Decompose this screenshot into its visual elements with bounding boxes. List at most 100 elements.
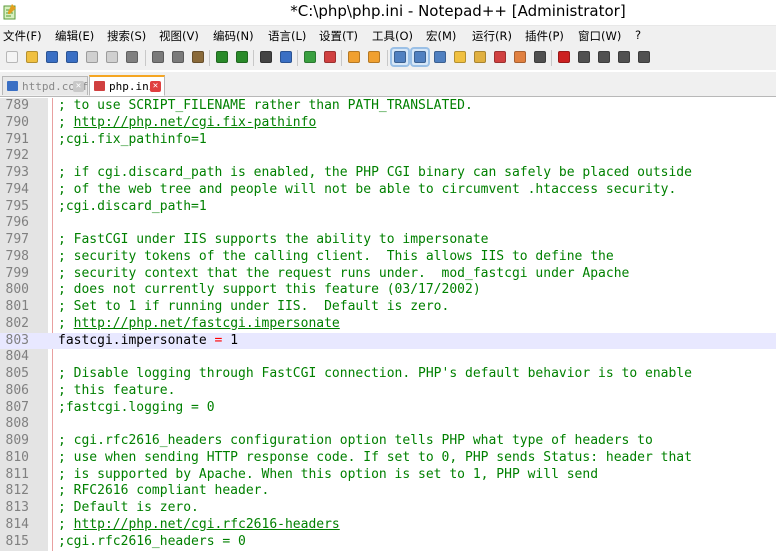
zoom-out-glyph [324, 51, 336, 63]
play-macro-icon[interactable] [596, 49, 612, 65]
stop-macro-icon[interactable] [576, 49, 592, 65]
line-text: ; Default is zero. [58, 500, 199, 515]
tab-php-ini[interactable]: php.ini ✕ [89, 75, 165, 96]
user-lang-glyph [454, 51, 466, 63]
line-number: 794 [5, 181, 29, 197]
menu-view[interactable]: 视图(V) [159, 28, 199, 44]
code-line[interactable]: 793 ; if cgi.discard_path is enabled, the… [0, 165, 776, 182]
indent-guide-icon[interactable] [432, 49, 448, 65]
code-line[interactable]: 812 ; RFC2616 compliant header. [0, 483, 776, 500]
code-line[interactable]: 798 ; security tokens of the calling clie… [0, 249, 776, 266]
print-icon[interactable] [124, 49, 140, 65]
menu-tools[interactable]: 工具(O) [372, 28, 413, 44]
monitoring-icon[interactable] [532, 49, 548, 65]
toolbar-separator [297, 50, 298, 66]
find-glyph [260, 51, 272, 63]
close-tab-icon[interactable]: ✕ [73, 81, 84, 92]
code-line[interactable]: 792 [0, 148, 776, 165]
sync-vertical-icon[interactable] [346, 49, 362, 65]
menu-macro[interactable]: 宏(M) [426, 28, 456, 44]
save-all-icon[interactable] [64, 49, 80, 65]
current-line[interactable]: 803 fastcgi.impersonate = 1 [0, 332, 776, 350]
save-macro-icon[interactable] [636, 49, 652, 65]
code-line[interactable]: 814; http://php.net/cgi.rfc2616-headers [0, 517, 776, 534]
user-lang-icon[interactable] [452, 49, 468, 65]
open-file-icon[interactable] [24, 49, 40, 65]
close-tab-icon[interactable]: ✕ [150, 81, 161, 92]
code-line[interactable]: 789 ; to use SCRIPT_FILENAME rather than … [0, 98, 776, 115]
code-line[interactable]: 799 ; security context that the request r… [0, 266, 776, 283]
code-line[interactable]: 790; http://php.net/cgi.fix-pathinfo [0, 115, 776, 132]
save-all-glyph [66, 51, 78, 63]
line-text: ; this feature. [58, 382, 176, 398]
menu-run[interactable]: 运行(R) [472, 28, 512, 44]
comment-link[interactable]: http://php.net/fastcgi.impersonate [74, 316, 340, 331]
function-list-icon[interactable] [492, 49, 508, 65]
code-line[interactable]: 806 ; this feature. [0, 383, 776, 400]
code-line[interactable]: 804 [0, 349, 776, 366]
code-line[interactable]: 801 ; Set to 1 if running under IIS. Defa… [0, 299, 776, 316]
menu-help[interactable]: ? [635, 28, 641, 42]
menu-encoding[interactable]: 编码(N) [213, 28, 254, 44]
menu-plugins[interactable]: 插件(P) [525, 28, 564, 44]
cut-icon[interactable] [150, 49, 166, 65]
replace-glyph [280, 51, 292, 63]
menu-window[interactable]: 窗口(W) [578, 28, 621, 44]
editor-text-area[interactable]: 789 ; to use SCRIPT_FILENAME rather than … [0, 98, 776, 550]
menu-search[interactable]: 搜索(S) [107, 28, 146, 44]
comment-link[interactable]: http://php.net/cgi.rfc2616-headers [74, 517, 340, 532]
code-line[interactable]: 800 ; does not currently support this fea… [0, 282, 776, 299]
code-line[interactable]: 795 ;cgi.discard_path=1 [0, 199, 776, 216]
code-line[interactable]: 805 ; Disable logging through FastCGI con… [0, 366, 776, 383]
line-number: 813 [5, 500, 29, 515]
code-line[interactable]: 810 ; use when sending HTTP response code… [0, 450, 776, 467]
menu-file[interactable]: 文件(F) [3, 28, 42, 44]
close-all-icon[interactable] [104, 49, 120, 65]
menu-settings[interactable]: 设置(T) [319, 28, 358, 44]
code-line[interactable]: 797 ; FastCGI under IIS supports the abil… [0, 232, 776, 249]
toolbar-separator [387, 50, 388, 66]
zoom-in-glyph [304, 51, 316, 63]
menu-edit[interactable]: 编辑(E) [55, 28, 94, 44]
menu-language[interactable]: 语言(L) [268, 28, 306, 44]
show-all-chars-icon[interactable] [412, 49, 428, 65]
close-icon[interactable] [84, 49, 100, 65]
redo-icon[interactable] [234, 49, 250, 65]
word-wrap-icon[interactable] [392, 49, 408, 65]
line-number: 791 [5, 131, 29, 147]
code-line[interactable]: 807 ;fastcgi.logging = 0 [0, 400, 776, 417]
toolbar-separator [253, 50, 254, 66]
comment-prefix: ; [58, 114, 74, 130]
code-line[interactable]: 815 ;cgi.rfc2616_headers = 0 [0, 534, 776, 551]
comment-link[interactable]: http://php.net/cgi.fix-pathinfo [74, 115, 317, 130]
code-line[interactable]: 796 [0, 215, 776, 232]
record-macro-icon[interactable] [556, 49, 572, 65]
zoom-out-icon[interactable] [322, 49, 338, 65]
line-text: ; to use SCRIPT_FILENAME rather than PAT… [58, 98, 473, 113]
copy-icon[interactable] [170, 49, 186, 65]
sync-horizontal-icon[interactable] [366, 49, 382, 65]
line-number: 795 [5, 198, 29, 214]
line-number: 793 [5, 165, 29, 180]
run-macro-multiple-icon[interactable] [616, 49, 632, 65]
replace-icon[interactable] [278, 49, 294, 65]
new-file-icon[interactable] [4, 49, 20, 65]
code-line[interactable]: 811 ; is supported by Apache. When this o… [0, 467, 776, 484]
doc-map-icon[interactable] [472, 49, 488, 65]
undo-icon[interactable] [214, 49, 230, 65]
code-line[interactable]: 802; http://php.net/fastcgi.impersonate [0, 316, 776, 333]
code-line[interactable]: 791 ;cgi.fix_pathinfo=1 [0, 132, 776, 149]
sync-horizontal-glyph [368, 51, 380, 63]
line-text: ; http://php.net/cgi.rfc2616-headers [58, 517, 340, 534]
find-icon[interactable] [258, 49, 274, 65]
tab-httpd-conf[interactable]: httpd.conf ✕ [2, 76, 88, 95]
code-line[interactable]: 813 ; Default is zero. [0, 500, 776, 517]
folder-workspace-icon[interactable] [512, 49, 528, 65]
zoom-in-icon[interactable] [302, 49, 318, 65]
code-line[interactable]: 808 [0, 416, 776, 433]
save-icon[interactable] [44, 49, 60, 65]
code-line[interactable]: 794 ; of the web tree and people will not… [0, 182, 776, 199]
paste-icon[interactable] [190, 49, 206, 65]
code-line[interactable]: 809 ; cgi.rfc2616_headers configuration o… [0, 433, 776, 450]
line-number: 807 [5, 399, 29, 415]
